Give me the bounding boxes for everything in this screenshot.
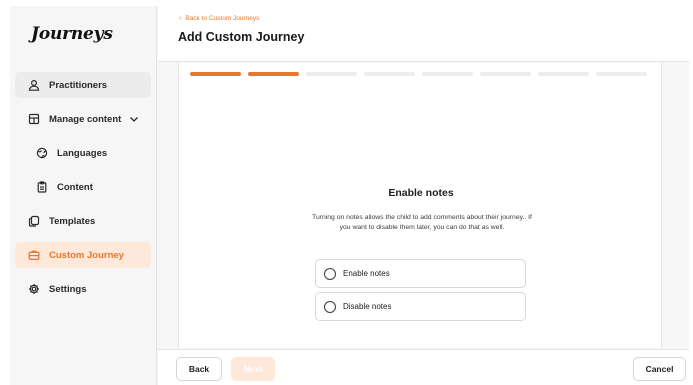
sidebar: Journeys Practitioners Manage content La…	[10, 6, 157, 385]
briefcase-icon	[28, 249, 40, 261]
enable-notes-option[interactable]: Enable notes	[315, 259, 526, 288]
step-title: Enable notes	[388, 187, 454, 199]
sidebar-item-label: Settings	[49, 283, 87, 295]
page-header: ‹ Back to Custom Journeys Add Custom Jou…	[158, 6, 689, 62]
sidebar-item-content[interactable]: Content	[15, 174, 151, 200]
enable-notes-radio[interactable]	[324, 267, 336, 280]
sidebar-item-label: Templates	[49, 215, 96, 227]
sidebar-item-practitioners[interactable]: Practitioners	[15, 72, 151, 98]
sidebar-item-label: Languages	[57, 147, 108, 159]
sidebar-item-custom-journey[interactable]: Custom Journey	[15, 242, 151, 268]
progress-step-6	[480, 72, 531, 76]
chevron-down-icon[interactable]	[129, 114, 139, 124]
progress-step-3	[306, 72, 357, 76]
content-icon	[28, 113, 40, 125]
sidebar-item-templates[interactable]: Templates	[15, 208, 151, 234]
option-label: Enable notes	[343, 269, 390, 278]
progress-step-5	[422, 72, 473, 76]
chevron-left-icon: ‹	[179, 15, 182, 22]
sidebar-item-manage-content[interactable]: Manage content	[15, 106, 151, 132]
gear-icon	[28, 283, 40, 295]
app-frame: Journeys Practitioners Manage content La…	[10, 6, 689, 385]
templates-icon	[28, 215, 40, 227]
disable-notes-radio[interactable]	[324, 300, 336, 313]
globe-icon	[36, 147, 48, 159]
back-to-custom-journeys-link[interactable]: ‹ Back to Custom Journeys	[179, 15, 259, 22]
page-title: Add Custom Journey	[178, 30, 305, 44]
disable-notes-option[interactable]: Disable notes	[315, 292, 526, 321]
app-logo: Journeys	[31, 24, 113, 44]
user-icon	[28, 79, 40, 91]
option-label: Disable notes	[343, 302, 392, 311]
progress-step-8	[596, 72, 647, 76]
sidebar-item-settings[interactable]: Settings	[15, 276, 151, 302]
sidebar-item-label: Content	[57, 181, 93, 193]
wizard-panel: Enable notes Turning on notes allows the…	[178, 63, 662, 348]
clipboard-icon	[36, 181, 48, 193]
back-button[interactable]: Back	[176, 357, 222, 381]
sidebar-nav: Practitioners Manage content Languages C…	[15, 72, 151, 310]
wizard-footer: Back Next Cancel	[158, 349, 689, 385]
next-button[interactable]: Next	[231, 357, 275, 381]
step-description: Turning on notes allows the child to add…	[312, 214, 532, 231]
sidebar-item-languages[interactable]: Languages	[15, 140, 151, 166]
sidebar-item-label: Manage content	[49, 113, 122, 125]
sidebar-item-label: Custom Journey	[49, 249, 124, 261]
progress-step-1	[190, 72, 241, 76]
step-progress	[190, 72, 647, 76]
cancel-button[interactable]: Cancel	[633, 357, 686, 381]
progress-step-7	[538, 72, 589, 76]
progress-step-2	[248, 72, 299, 76]
progress-step-4	[364, 72, 415, 76]
back-link-label: Back to Custom Journeys	[185, 15, 260, 22]
sidebar-item-label: Practitioners	[49, 79, 108, 91]
